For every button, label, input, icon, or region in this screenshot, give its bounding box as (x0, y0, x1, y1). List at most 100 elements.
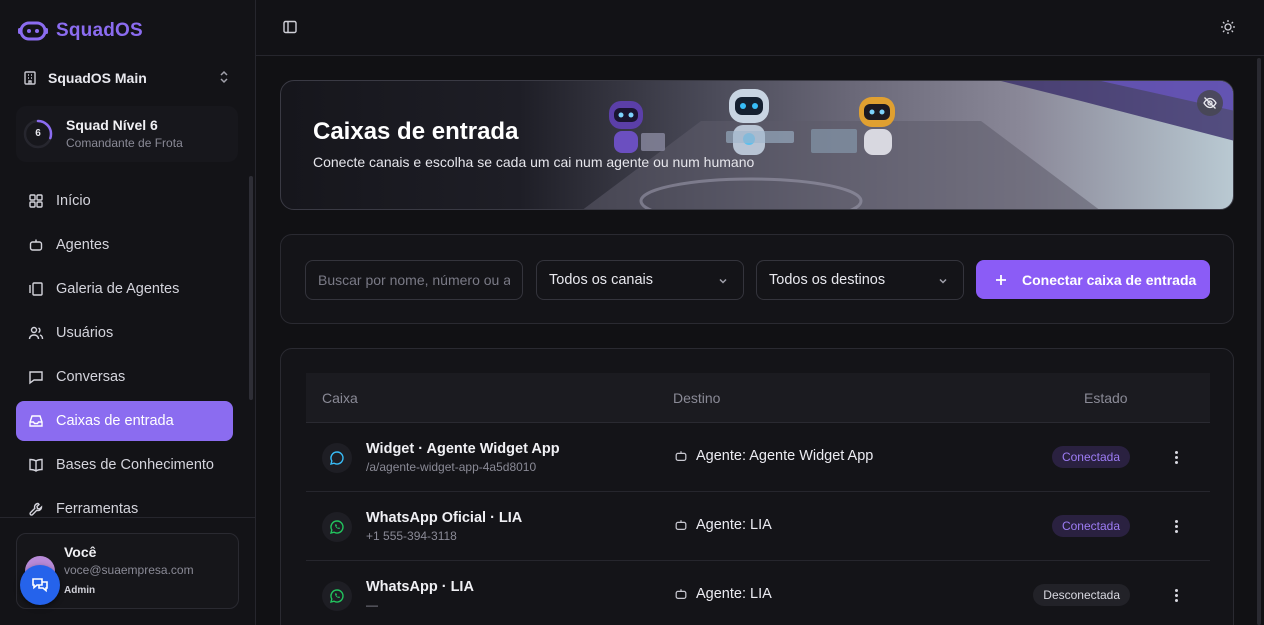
sidebar: SquadOS SquadOS Main 6 Squad Nível 6 Com… (0, 0, 256, 625)
row-destination: Agente: Agente Widget App (674, 448, 873, 464)
users-icon (28, 326, 44, 340)
wrench-icon (29, 502, 43, 516)
channel-filter-value: Todos os canais (549, 272, 653, 288)
user-name: Você (64, 544, 97, 560)
page-title: Caixas de entrada (313, 118, 519, 145)
whatsapp-icon (330, 589, 344, 603)
sidebar-scrollbar[interactable] (249, 176, 253, 400)
row-channel-icon (322, 443, 352, 473)
chat-icon (29, 371, 43, 385)
theme-toggle-button[interactable] (1220, 19, 1236, 38)
inboxes-table: Caixa Destino Estado Widget · Agente Wid… (280, 348, 1234, 625)
topbar (256, 0, 1264, 56)
sidebar-item-conversas[interactable]: Conversas (16, 357, 233, 397)
workspace-name: SquadOS Main (48, 70, 147, 86)
sidebar-item-usuarios[interactable]: Usuários (16, 313, 233, 353)
table-row[interactable]: WhatsApp · LIA — Agente: LIA Desconectad… (306, 561, 1210, 625)
row-actions-button[interactable] (1168, 447, 1184, 467)
inbox-icon (29, 415, 43, 427)
status-badge: Conectada (1051, 515, 1130, 537)
connect-inbox-button[interactable]: Conectar caixa de entrada (976, 260, 1210, 299)
sidebar-item-label: Bases de Conhecimento (56, 457, 214, 473)
row-title: WhatsApp · LIA (366, 579, 474, 595)
chevron-down-icon (719, 278, 727, 284)
sidebar-item-label: Conversas (56, 369, 126, 385)
grid-icon (29, 194, 43, 208)
sidebar-toggle-button[interactable] (282, 19, 298, 38)
sidebar-item-label: Galeria de Agentes (56, 281, 180, 297)
whatsapp-icon (330, 520, 344, 534)
table-row[interactable]: WhatsApp Oficial · LIA +1 555-394-3118 A… (306, 492, 1210, 561)
sidebar-item-label: Início (56, 193, 91, 209)
row-subtitle: — (366, 598, 378, 612)
workspace-switcher[interactable]: SquadOS Main (22, 66, 234, 90)
book-icon (29, 458, 43, 472)
bot-icon (675, 520, 687, 530)
robot-logo-icon (18, 21, 48, 41)
connect-inbox-label: Conectar caixa de entrada (1022, 271, 1197, 288)
status-badge: Conectada (1051, 446, 1130, 468)
brand-name: SquadOS (56, 20, 143, 41)
row-title: Widget · Agente Widget App (366, 441, 560, 457)
level-title: Squad Nível 6 (66, 117, 158, 133)
sidebar-item-ferramentas[interactable]: Ferramentas (16, 489, 233, 529)
divider (0, 517, 255, 518)
status-badge: Desconectada (1033, 584, 1130, 606)
column-header-caixa[interactable]: Caixa (322, 390, 358, 406)
row-destination-label: Agente: LIA (696, 517, 772, 533)
row-channel-icon (322, 512, 352, 542)
sidebar-item-agentes[interactable]: Agentes (16, 225, 233, 265)
sidebar-item-caixas-de-entrada[interactable]: Caixas de entrada (16, 401, 233, 441)
sidebar-item-galeria[interactable]: Galeria de Agentes (16, 269, 233, 309)
sun-icon (1221, 20, 1235, 34)
chevrons-up-down-icon (220, 70, 228, 84)
row-title: WhatsApp Oficial · LIA (366, 510, 523, 526)
sidebar-nav: Início Agentes Galeria de Agentes Usuári… (16, 181, 233, 533)
row-actions-button[interactable] (1168, 516, 1184, 536)
column-header-destino[interactable]: Destino (673, 390, 720, 406)
row-actions-button[interactable] (1168, 585, 1184, 605)
row-destination: Agente: LIA (674, 586, 772, 602)
sidebar-item-label: Caixas de entrada (56, 413, 174, 429)
message-circle-icon (330, 451, 344, 465)
table-header: Caixa Destino Estado (306, 373, 1210, 423)
main-scrollbar[interactable] (1257, 58, 1261, 625)
row-subtitle: +1 555-394-3118 (366, 529, 457, 543)
table-row[interactable]: Widget · Agente Widget App /a/agente-wid… (306, 423, 1210, 492)
destination-filter-select[interactable]: Todos os destinos (756, 260, 964, 300)
filters-card: Todos os canais Todos os destinos Conect… (280, 234, 1234, 324)
hide-banner-button[interactable] (1197, 90, 1223, 116)
panel-left-icon (283, 20, 297, 34)
sidebar-item-label: Ferramentas (56, 501, 139, 517)
bot-icon (675, 589, 687, 599)
level-card: 6 Squad Nível 6 Comandante de Frota (16, 106, 238, 162)
user-email: voce@suaempresa.com (64, 563, 194, 577)
plus-icon (996, 274, 1006, 285)
page-banner: Caixas de entrada Conecte canais e escol… (280, 80, 1234, 210)
sidebar-item-bases-de-conhecimento[interactable]: Bases de Conhecimento (16, 445, 233, 485)
building-icon (24, 71, 36, 85)
brand-logo[interactable]: SquadOS (18, 20, 143, 42)
chat-widget-button[interactable] (20, 565, 60, 605)
destination-filter-value: Todos os destinos (769, 272, 886, 288)
sidebar-item-label: Usuários (56, 325, 114, 341)
bot-icon (675, 451, 687, 461)
row-channel-icon (322, 581, 352, 611)
row-subtitle: /a/agente-widget-app-4a5d8010 (366, 460, 537, 474)
column-header-estado[interactable]: Estado (1084, 390, 1128, 406)
row-destination-label: Agente: LIA (696, 586, 772, 602)
row-destination-label: Agente: Agente Widget App (696, 448, 874, 464)
eye-off-icon (1203, 97, 1217, 109)
user-role: Admin (64, 585, 96, 596)
row-destination: Agente: LIA (674, 517, 772, 533)
sidebar-item-label: Agentes (56, 237, 110, 253)
sidebar-item-inicio[interactable]: Início (16, 181, 233, 221)
level-subtitle: Comandante de Frota (66, 136, 183, 150)
gallery-icon (29, 282, 43, 296)
channel-filter-select[interactable]: Todos os canais (536, 260, 744, 300)
bot-icon (29, 239, 43, 251)
level-number: 6 (35, 128, 41, 139)
search-input[interactable] (305, 260, 523, 300)
messages-icon (32, 578, 48, 593)
chevron-down-icon (939, 278, 947, 284)
